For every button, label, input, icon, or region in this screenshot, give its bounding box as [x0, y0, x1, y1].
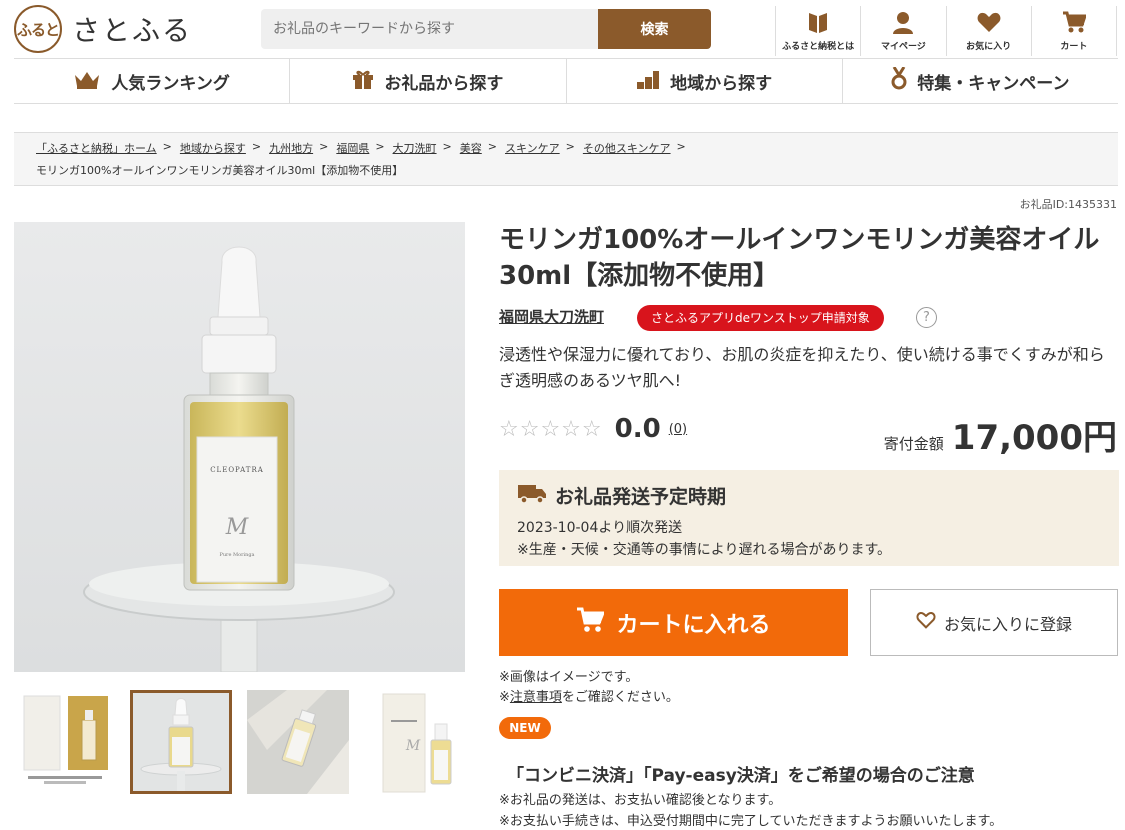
breadcrumb: 「ふるさと納税」ホーム > 地域から探す > 九州地方 > 福岡県 > 大刀洗町 > 美容…: [14, 132, 1118, 186]
util-favorites[interactable]: お気に入り: [947, 6, 1032, 56]
convenience-note: ※お支払い手続きは、申込受付期間中に完了していただきますようお願いいたします。: [499, 814, 1003, 829]
breadcrumb-link[interactable]: 大刀洗町: [393, 140, 437, 156]
product-main-image[interactable]: CLEOPATRA M Pure Moringa: [14, 222, 465, 672]
add-to-cart-label: カートに入れる: [616, 612, 771, 638]
gift-icon: [352, 68, 374, 95]
image-note: ※画像はイメージです。: [499, 670, 639, 685]
breadcrumb-separator: >: [487, 140, 497, 153]
product-catchcopy: 浸透性や保湿力に優れており、お肌の炎症を抑えたり、使い続ける事でくすみが和らぎ透…: [499, 345, 1105, 390]
util-cart[interactable]: カート: [1032, 6, 1117, 56]
thumbnail[interactable]: [14, 690, 116, 794]
image-notes: ※画像はイメージです。 ※注意事項をご確認ください。: [499, 668, 679, 708]
convenience-title: 「コンビニ決済」「Pay-easy決済」をご希望の場合のご注意: [507, 766, 975, 786]
medal-icon: [891, 65, 907, 96]
cart-icon: [576, 607, 606, 639]
thumbnail-active[interactable]: [130, 690, 233, 794]
thumbnail-strip: M: [14, 690, 465, 796]
breadcrumb-separator: >: [676, 140, 686, 153]
breadcrumb-current: モリンガ100%オールインワンモリンガ美容オイル30ml【添加物不使用】: [36, 164, 404, 177]
breadcrumb-link[interactable]: スキンケア: [505, 140, 560, 156]
convenience-notes: ※お礼品の発送は、お支払い確認後となります。 ※お支払い手続きは、申込受付期間中…: [499, 790, 1002, 830]
breadcrumb-link[interactable]: 福岡県: [336, 140, 369, 156]
gnav-label: 地域から探す: [670, 73, 773, 94]
utility-nav: ふるさと納税とは マイページ お気に入り カート: [775, 6, 1117, 56]
rating-score: 0.0: [614, 414, 661, 444]
site-logo[interactable]: ふると さとふる: [14, 5, 194, 53]
thumbnail[interactable]: [246, 690, 349, 794]
cart-icon: [1061, 11, 1087, 37]
breadcrumb-separator: >: [442, 140, 452, 153]
thumbnail[interactable]: M: [362, 690, 465, 794]
app-onestop-badge: さとふるアプリdeワンストップ申請対象: [637, 305, 884, 331]
item-id: お礼品ID:1435331: [1019, 198, 1117, 211]
price-label: 寄付金額: [883, 435, 944, 453]
breadcrumb-link[interactable]: 地域から探す: [180, 140, 246, 156]
review-count-link[interactable]: (0): [669, 422, 687, 437]
util-about[interactable]: ふるさと納税とは: [776, 6, 862, 56]
util-label: お気に入り: [966, 41, 1012, 52]
rating: ☆☆☆☆☆ 0.0 (0): [499, 414, 687, 444]
gnav-ranking[interactable]: 人気ランキング: [14, 59, 289, 103]
note-prefix: ※: [499, 690, 510, 705]
shipping-title: お礼品発送予定時期: [555, 486, 727, 508]
breadcrumb-separator: >: [319, 140, 329, 153]
util-label: ふるさと納税とは: [782, 41, 855, 52]
util-label: カート: [1060, 41, 1088, 52]
add-to-cart-button[interactable]: カートに入れる: [499, 589, 848, 656]
breadcrumb-separator: >: [375, 140, 385, 153]
price-value: 17,000円: [951, 418, 1117, 458]
note-suffix: をご確認ください。: [561, 690, 679, 705]
util-mypage[interactable]: マイページ: [861, 6, 947, 56]
gnav-region[interactable]: 地域から探す: [565, 59, 842, 103]
gnav-label: 人気ランキング: [111, 73, 230, 94]
global-nav: 人気ランキング お礼品から探す 地域から探す 特集・キャンペーン: [14, 58, 1118, 104]
breadcrumb-link[interactable]: 九州地方: [269, 140, 313, 156]
gnav-gifts[interactable]: お礼品から探す: [289, 59, 565, 103]
shipping-box: お礼品発送予定時期 2023-10-04より順次発送 ※生産・天候・交通等の事情…: [499, 470, 1119, 566]
heart-outline-icon: [916, 611, 936, 634]
region-icon: [636, 68, 660, 95]
caution-link[interactable]: 注意事項: [510, 690, 562, 705]
util-label: マイページ: [880, 41, 926, 52]
help-icon[interactable]: ?: [916, 307, 937, 328]
municipality-link[interactable]: 福岡県大刀洗町: [499, 306, 604, 327]
breadcrumb-separator: >: [251, 140, 262, 153]
logo-text: さとふる: [72, 14, 193, 47]
svg-text:M: M: [225, 515, 249, 540]
breadcrumb-separator: >: [565, 140, 575, 153]
truck-icon: [517, 482, 547, 509]
user-icon: [890, 11, 916, 37]
book-icon: [805, 11, 831, 37]
bottle-label-brand: CLEOPATRA: [210, 466, 264, 474]
heart-icon: [976, 11, 1002, 37]
gnav-campaign[interactable]: 特集・キャンペーン: [841, 59, 1118, 103]
add-favorite-label: お気に入りに登録: [943, 614, 1072, 634]
svg-text:M: M: [405, 738, 421, 754]
star-rating-icon: ☆☆☆☆☆: [499, 416, 603, 442]
add-favorite-button[interactable]: お気に入りに登録: [870, 589, 1118, 656]
gnav-label: お礼品から探す: [384, 73, 504, 94]
product-title: モリンガ100%オールインワンモリンガ美容オイル30ml【添加物不使用】: [499, 225, 1100, 291]
donation-price: 寄付金額 17,000円: [884, 410, 1117, 459]
bottle-label-sub: Pure Moringa: [219, 552, 254, 558]
breadcrumb-link[interactable]: その他スキンケア: [583, 140, 671, 156]
crown-icon: [73, 69, 101, 94]
breadcrumb-separator: >: [162, 140, 172, 153]
shipping-note: ※生産・天候・交通等の事情により遅れる場合があります。: [517, 542, 892, 558]
serum-bottle-illustration: CLEOPATRA M Pure Moringa: [83, 246, 395, 672]
search-button[interactable]: 検索: [598, 9, 711, 49]
gnav-label: 特集・キャンペーン: [917, 73, 1070, 94]
breadcrumb-link[interactable]: 美容: [460, 140, 482, 156]
logo-mark: ふると: [14, 5, 62, 53]
search-bar: 検索: [261, 9, 711, 49]
new-badge: NEW: [499, 717, 551, 739]
shipping-date: 2023-10-04より順次発送: [517, 520, 683, 536]
breadcrumb-link[interactable]: 「ふるさと納税」ホーム: [36, 140, 157, 156]
search-input[interactable]: [261, 9, 598, 49]
convenience-note: ※お礼品の発送は、お支払い確認後となります。: [499, 793, 782, 808]
